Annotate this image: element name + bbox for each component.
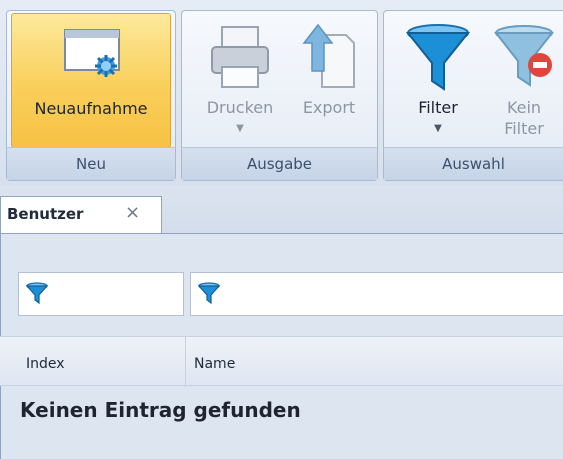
empty-message: Keinen Eintrag gefunden bbox=[20, 398, 301, 422]
funnel-icon bbox=[25, 282, 49, 308]
filter-label: Filter bbox=[418, 98, 458, 117]
ribbon: Neuaufnahme Neu Drucken ▼ Export Ausgabe… bbox=[0, 0, 563, 186]
tab-benutzer[interactable]: Benutzer × bbox=[0, 196, 162, 233]
funnel-remove-icon bbox=[484, 19, 563, 93]
close-icon[interactable]: × bbox=[125, 202, 140, 223]
column-header-name[interactable]: Name bbox=[186, 337, 563, 387]
printer-icon bbox=[190, 19, 290, 93]
group-label-ausgabe: Ausgabe bbox=[182, 147, 377, 180]
kein-filter-button[interactable]: Kein Filter bbox=[484, 13, 563, 148]
ribbon-group-ausgabe: Drucken ▼ Export Ausgabe bbox=[181, 10, 378, 181]
chevron-down-icon: ▼ bbox=[236, 123, 244, 134]
kein-filter-label-line1: Kein bbox=[506, 98, 542, 117]
index-filter-input[interactable] bbox=[18, 272, 184, 316]
grid-header: Index Name bbox=[0, 336, 563, 387]
filter-button[interactable]: Filter ▼ bbox=[392, 13, 484, 148]
group-label-auswahl: Auswahl bbox=[384, 147, 563, 180]
export-button[interactable]: Export bbox=[288, 13, 370, 148]
kein-filter-label: Kein Filter bbox=[484, 97, 563, 139]
funnel-icon bbox=[197, 282, 221, 308]
ribbon-group-auswahl: Filter ▼ Kein Filter Auswahl bbox=[383, 10, 563, 181]
drucken-label: Drucken bbox=[206, 98, 274, 117]
tab-label: Benutzer bbox=[7, 205, 84, 223]
chevron-down-icon: ▼ bbox=[434, 123, 442, 134]
new-record-icon bbox=[12, 20, 170, 94]
neuaufnahme-button[interactable]: Neuaufnahme bbox=[11, 13, 171, 148]
ribbon-group-neu: Neuaufnahme Neu bbox=[6, 10, 176, 181]
neuaufnahme-label: Neuaufnahme bbox=[34, 99, 148, 118]
column-header-index[interactable]: Index bbox=[18, 337, 186, 387]
kein-filter-label-line2: Filter bbox=[504, 119, 544, 138]
group-label-neu: Neu bbox=[7, 147, 175, 180]
export-label: Export bbox=[302, 98, 356, 117]
drucken-button[interactable]: Drucken ▼ bbox=[190, 13, 290, 148]
export-icon bbox=[288, 19, 370, 93]
name-filter-input[interactable] bbox=[190, 272, 563, 316]
funnel-icon bbox=[392, 19, 484, 93]
